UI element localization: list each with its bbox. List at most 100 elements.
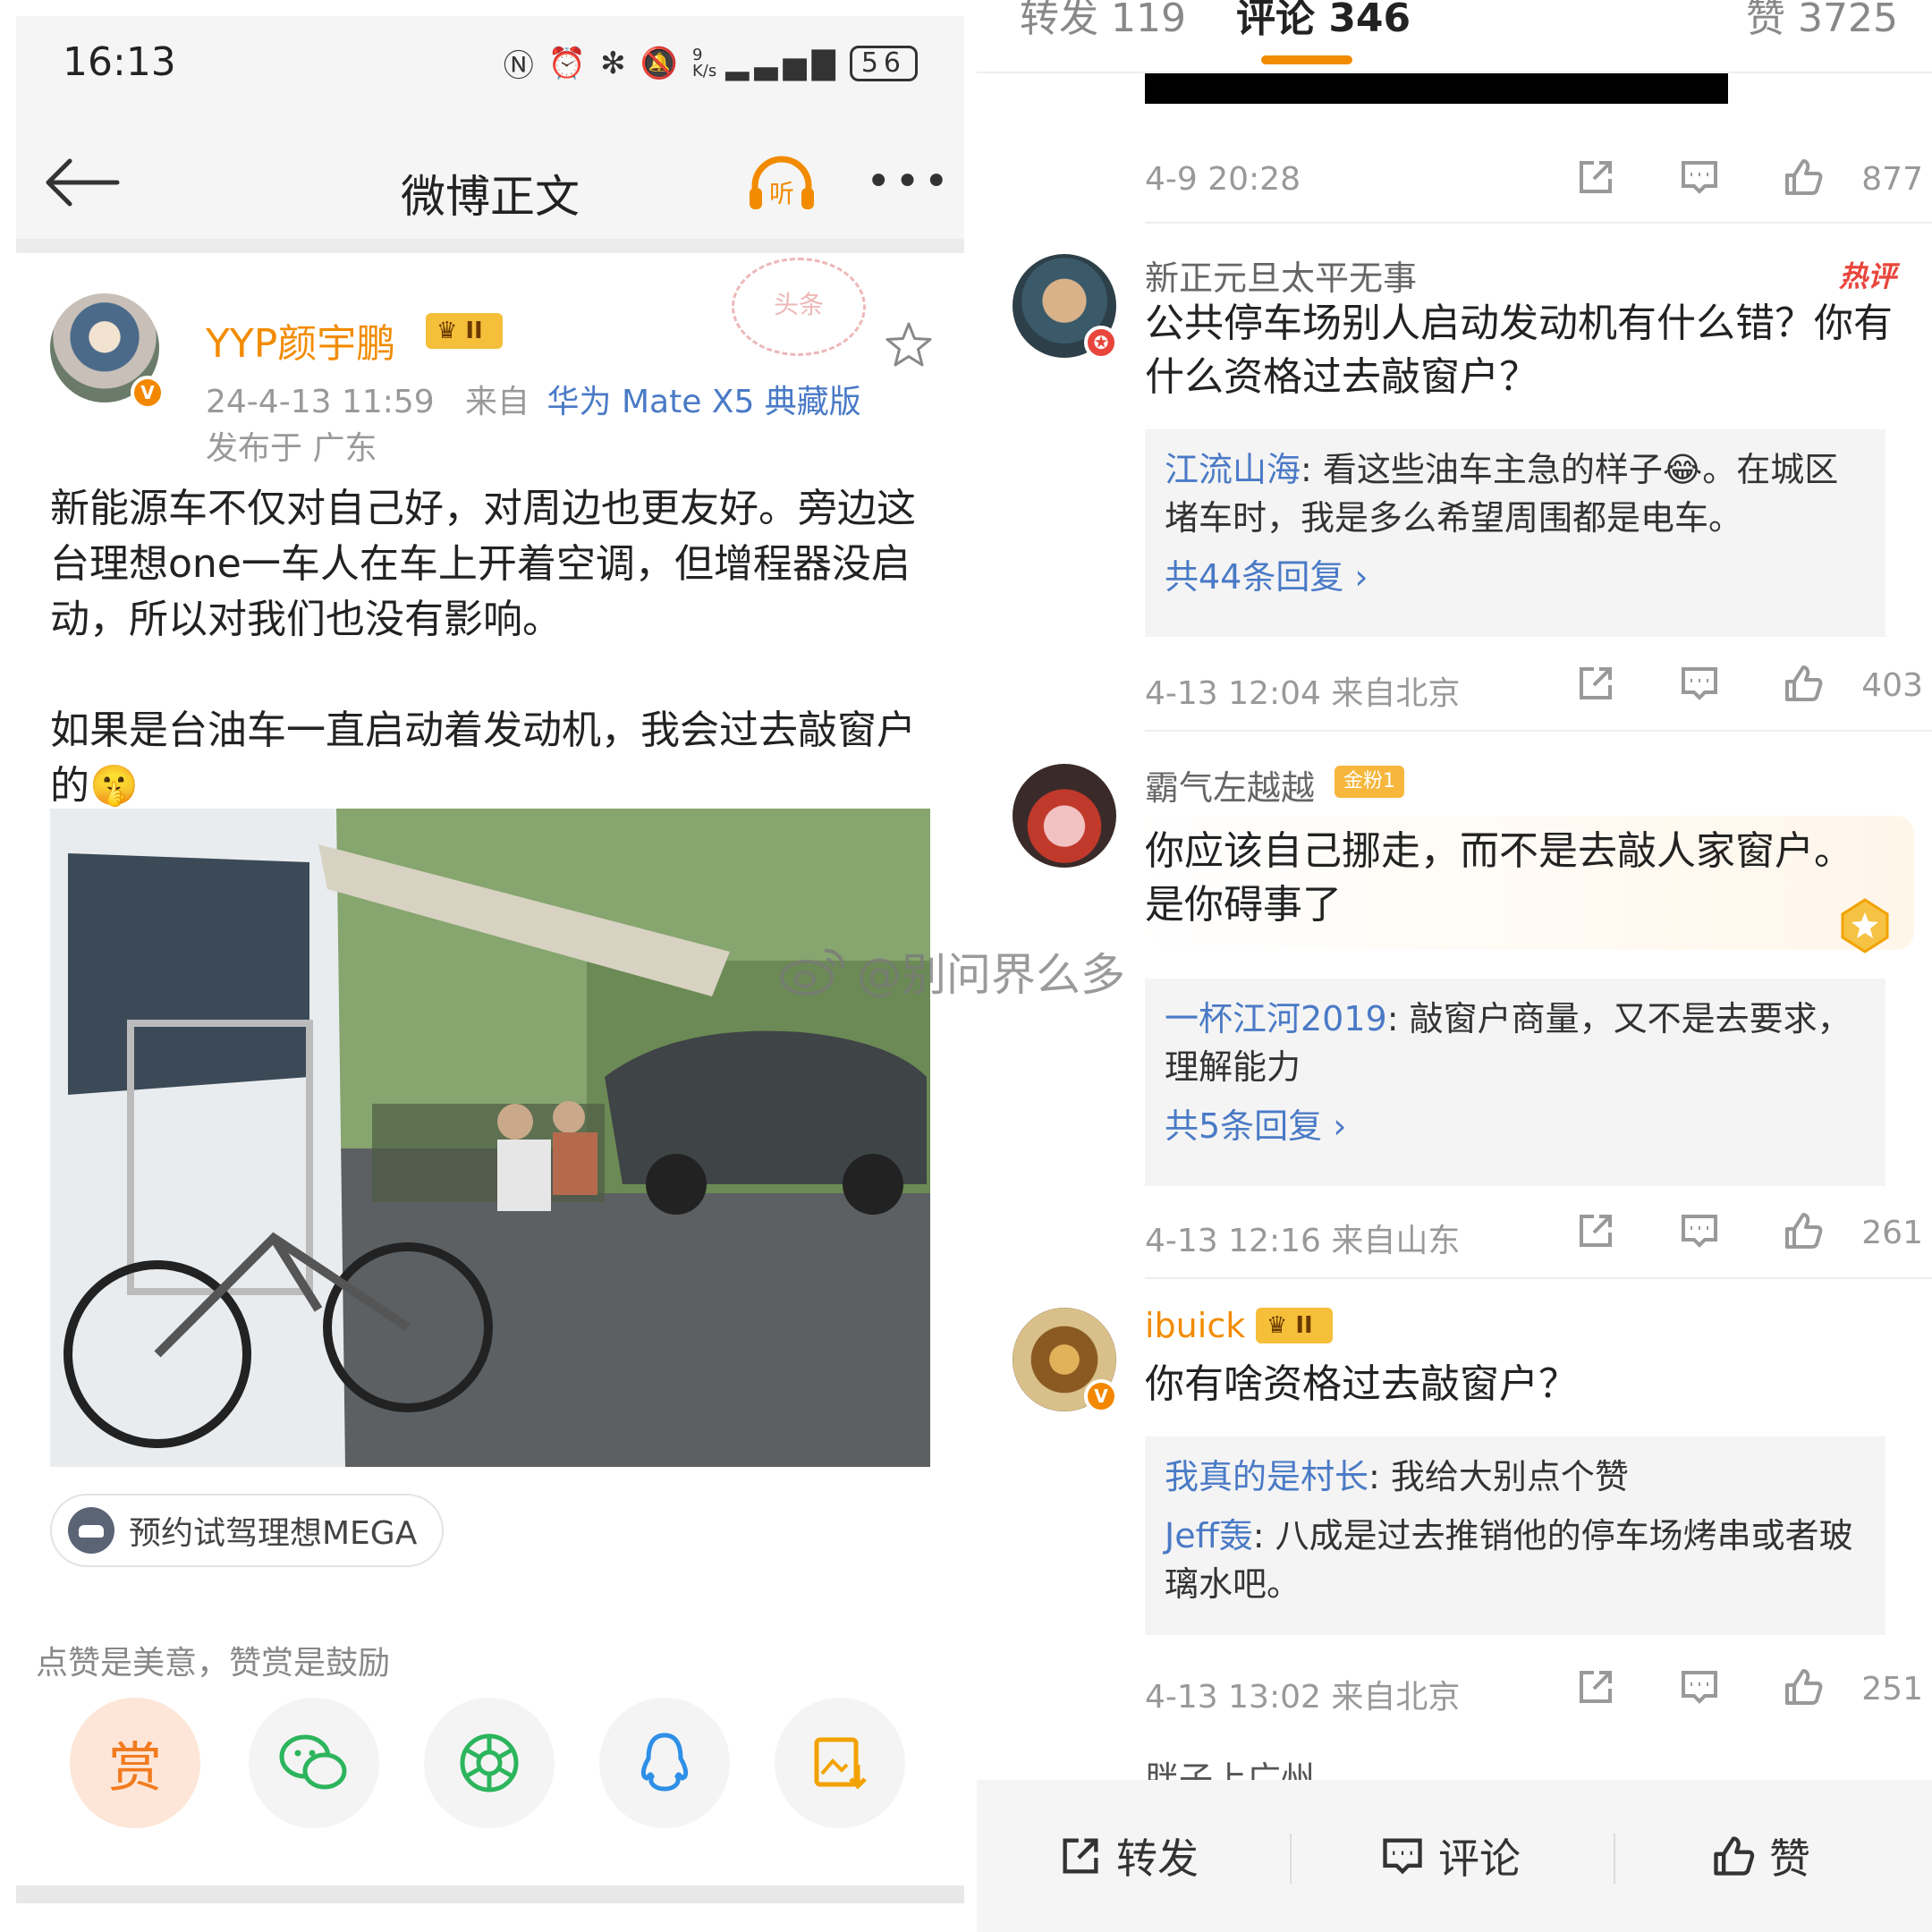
post-meta: 24-4-13 11:59 来自 华为 Mate X5 典藏版 bbox=[206, 376, 861, 422]
reply-box[interactable]: 一杯江河2019: 敲窗户商量，又不是去要求，理解能力 共5条回复 › bbox=[1145, 979, 1885, 1186]
bluetooth-icon: ✻ bbox=[600, 45, 631, 81]
repost-icon[interactable] bbox=[1574, 156, 1617, 199]
like-icon[interactable] bbox=[1782, 156, 1825, 199]
reply-line: 我真的是村长: 我给大别点个赞 bbox=[1165, 1453, 1866, 1501]
verified-badge: V bbox=[131, 376, 165, 410]
comment-2-actions: 4-13 12:16 来自山东 261 bbox=[1145, 1206, 1923, 1259]
comment-tabs: 转发 119 评论 346 赞 3725 bbox=[977, 0, 1932, 73]
net-speed: 9 K/s bbox=[691, 45, 717, 80]
save-image-button[interactable] bbox=[775, 1698, 905, 1828]
comment-icon[interactable] bbox=[1678, 1665, 1721, 1708]
post-author: V YYP颜宇鹏 ♛ II 24-4-13 11:59 来自 华为 Mate X… bbox=[50, 293, 936, 467]
listen-headphone-icon[interactable]: 听 bbox=[746, 156, 818, 213]
like-icon[interactable] bbox=[1782, 1209, 1825, 1252]
post-photo[interactable] bbox=[50, 809, 930, 1467]
reward-button[interactable]: 赏 bbox=[70, 1698, 200, 1828]
commenter-avatar[interactable]: V bbox=[1013, 1308, 1118, 1413]
repost-icon bbox=[1063, 1838, 1098, 1874]
reply-line: 一杯江河2019: 敲窗户商量，又不是去要求，理解能力 bbox=[1165, 995, 1866, 1091]
wechat-share-button[interactable] bbox=[249, 1698, 379, 1828]
reply-text: : 八成是过去推销他的停车场烤串或者玻璃水吧。 bbox=[1165, 1516, 1853, 1604]
reply-author[interactable]: 江流山海 bbox=[1165, 450, 1301, 489]
commenter-avatar[interactable]: ✪ bbox=[1013, 254, 1118, 360]
repost-label: 转发 bbox=[1116, 1835, 1199, 1883]
nav-bar: 微博正文 听 ••• bbox=[16, 114, 964, 253]
save-image-icon bbox=[814, 1737, 867, 1790]
reply-box[interactable]: 我真的是村长: 我给大别点个赞 Jeff轰: 八成是过去推销他的停车场烤串或者玻… bbox=[1145, 1436, 1885, 1635]
like-count: 877 bbox=[1861, 161, 1923, 198]
mute-icon: 🔕 bbox=[640, 45, 683, 81]
separator bbox=[1614, 1834, 1615, 1884]
author-name[interactable]: YYP颜宇鹏 bbox=[206, 311, 395, 369]
tab-likes[interactable]: 赞 3725 bbox=[1746, 0, 1898, 43]
tab-indicator bbox=[1261, 55, 1352, 64]
watermark-text: @别问界么多 bbox=[857, 949, 1125, 1001]
divider bbox=[1145, 222, 1932, 224]
commenter-name[interactable]: ibuick bbox=[1145, 1306, 1245, 1345]
car-icon bbox=[68, 1507, 114, 1554]
comment-icon[interactable] bbox=[1678, 1209, 1721, 1252]
moments-share-button[interactable] bbox=[424, 1698, 555, 1828]
photo-scene bbox=[50, 809, 930, 1467]
commenter-name[interactable]: 新正元旦太平无事 bbox=[1145, 250, 1417, 300]
comment-label: 评论 bbox=[1438, 1835, 1521, 1883]
weibo-watermark: @别问界么多 bbox=[778, 939, 1125, 1004]
comment-button[interactable]: 评论 bbox=[1379, 1826, 1521, 1885]
comment-time: 4-13 12:16 来自山东 bbox=[1145, 1223, 1461, 1259]
left-bottom-divider bbox=[16, 1885, 964, 1903]
commenter-name[interactable]: 霸气左越越 bbox=[1145, 760, 1315, 809]
like-count: 261 bbox=[1861, 1215, 1923, 1251]
like-icon[interactable] bbox=[1782, 1665, 1825, 1708]
comment-icon[interactable] bbox=[1678, 662, 1721, 705]
like-icon[interactable] bbox=[1782, 662, 1825, 705]
svg-text:听: 听 bbox=[769, 179, 794, 208]
reply-box[interactable]: 江流山海: 看这些油车主急的样子😂。在城区堵车时，我是多么希望周围都是电车。 共… bbox=[1145, 429, 1885, 637]
comment-time: 4-13 13:02 来自北京 bbox=[1145, 1679, 1461, 1716]
post-date: 24-4-13 11:59 bbox=[206, 384, 435, 420]
battery-icon: 56 bbox=[849, 45, 918, 81]
status-time: 16:13 bbox=[63, 39, 176, 85]
signal-icon: ▂▃▅▇ bbox=[725, 45, 841, 81]
reply-line: Jeff轰: 八成是过去推销他的停车场烤串或者玻璃水吧。 bbox=[1165, 1512, 1866, 1608]
reply-author[interactable]: 我真的是村长 bbox=[1165, 1457, 1368, 1496]
moments-icon bbox=[460, 1733, 519, 1792]
more-options-icon[interactable]: ••• bbox=[866, 160, 953, 203]
device-link[interactable]: 华为 Mate X5 典藏版 bbox=[547, 384, 861, 420]
repost-button[interactable]: 转发 bbox=[1057, 1826, 1199, 1885]
reward-tip: 点赞是美意，赞赏是鼓励 bbox=[36, 1645, 391, 1682]
repost-icon[interactable] bbox=[1574, 662, 1617, 705]
post-location: 发布于 广东 bbox=[206, 430, 377, 467]
tab-reposts[interactable]: 转发 119 bbox=[1020, 0, 1186, 43]
comment-icon bbox=[1383, 1838, 1422, 1875]
system-icons: Ⓝ ⏰ ✻ 🔕 9 K/s ▂▃▅▇ 56 bbox=[504, 41, 918, 85]
qq-icon bbox=[640, 1733, 689, 1792]
repost-icon[interactable] bbox=[1574, 1665, 1617, 1708]
test-drive-ad-link[interactable]: 预约试驾理想MEGA bbox=[50, 1494, 445, 1567]
comment-time: 4-9 20:28 bbox=[1145, 161, 1301, 198]
post-paragraph-2: 如果是台油车一直启动着发动机，我会过去敲窗户的🤫 bbox=[50, 708, 916, 809]
like-count: 403 bbox=[1861, 667, 1923, 704]
comment-3-actions: 4-13 13:02 来自北京 251 bbox=[1145, 1662, 1923, 1716]
reply-author[interactable]: Jeff轰 bbox=[1165, 1516, 1253, 1555]
qq-share-button[interactable] bbox=[599, 1698, 730, 1828]
like-button[interactable]: 赞 bbox=[1710, 1826, 1810, 1885]
comment-icon[interactable] bbox=[1678, 156, 1721, 199]
comment-0-actions: 4-9 20:28 877 bbox=[1145, 152, 1923, 206]
crown-rank-badge: ♛ II bbox=[1256, 1308, 1333, 1343]
commenter-avatar[interactable] bbox=[1013, 764, 1116, 868]
tab-comments[interactable]: 评论 346 bbox=[1236, 0, 1411, 43]
from-prefix: 来自 bbox=[465, 384, 530, 420]
favorite-star-icon[interactable] bbox=[884, 320, 934, 370]
comment-text: 你有啥资格过去敲窗户？ bbox=[1145, 1361, 1578, 1407]
post-paragraph-1: 新能源车不仅对自己好，对周边也更友好。旁边这台理想one一车人在车上开着空调，但… bbox=[50, 486, 916, 642]
reply-author[interactable]: 一杯江河2019 bbox=[1165, 999, 1387, 1038]
nfc-icon: Ⓝ bbox=[503, 48, 539, 84]
repost-icon[interactable] bbox=[1574, 1209, 1617, 1252]
share-row: 赏 bbox=[70, 1698, 928, 1832]
weibo-logo-icon bbox=[780, 948, 845, 996]
more-replies-link[interactable]: 共5条回复 › bbox=[1165, 1102, 1866, 1150]
comment-text: 公共停车场别人启动发动机有什么错？你有什么资格过去敲窗户？ bbox=[1145, 301, 1893, 400]
comment-text: 你应该自己挪走，而不是去敲人家窗户。是你碍事了 bbox=[1145, 828, 1853, 928]
ad-label: 预约试驾理想MEGA bbox=[129, 1515, 418, 1552]
more-replies-link[interactable]: 共44条回复 › bbox=[1165, 553, 1866, 601]
